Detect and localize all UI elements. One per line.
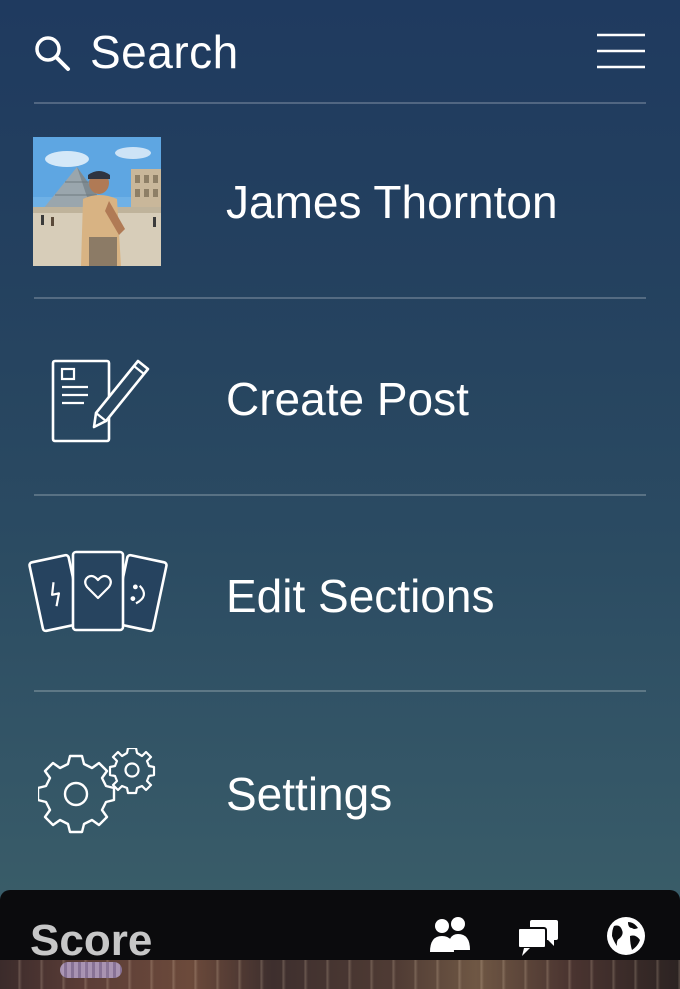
search-icon <box>35 36 70 71</box>
create-post-icon <box>51 359 150 443</box>
menu-item-profile[interactable]: James Thornton <box>0 104 680 296</box>
settings-label: Settings <box>226 768 393 820</box>
menu-item-settings[interactable]: Settings <box>0 692 680 884</box>
menu-item-create-post[interactable]: Create Post <box>0 299 680 491</box>
bottom-dock: Score <box>0 890 680 989</box>
edit-sections-label: Edit Sections <box>226 570 495 622</box>
dock-title[interactable]: Score <box>30 916 152 966</box>
profile-avatar <box>33 137 161 266</box>
people-icon[interactable] <box>428 914 472 958</box>
gears-icon <box>38 748 156 834</box>
section-cards-icon <box>28 550 168 633</box>
dock-logo-mark <box>60 962 122 978</box>
menu-item-edit-sections[interactable]: Edit Sections <box>0 496 680 688</box>
search-bar[interactable]: Search <box>0 0 680 104</box>
profile-name: James Thornton <box>226 176 558 228</box>
search-label: Search <box>90 26 239 78</box>
side-menu: Search James Thornton Create Post Edit S… <box>0 0 680 989</box>
create-post-label: Create Post <box>226 373 469 425</box>
chat-bubbles-icon[interactable] <box>516 914 560 958</box>
globe-icon[interactable] <box>604 914 648 958</box>
hamburger-menu-icon[interactable] <box>595 30 647 72</box>
